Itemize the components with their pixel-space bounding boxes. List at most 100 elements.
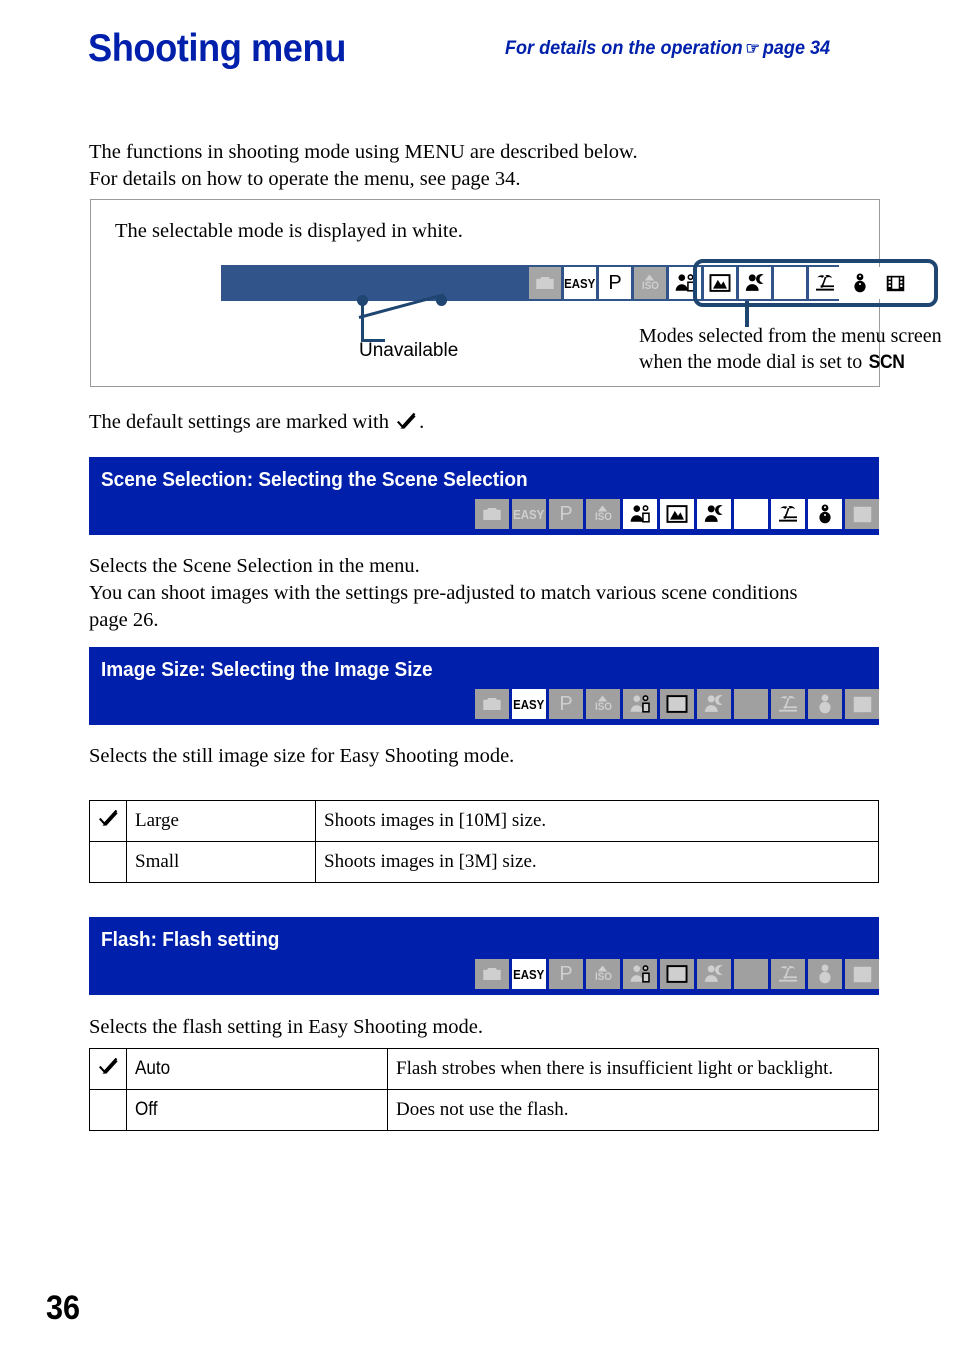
- image-size-options-table: Large Shoots images in [10M] size. Small Sh…: [89, 800, 879, 883]
- pointing-hand-icon: ☞: [745, 39, 761, 58]
- mode-tile-landscape: [660, 689, 694, 719]
- mode-tile-landscape: [704, 267, 736, 299]
- section-header-flash: Flash: Flash setting EASY P ISO: [89, 917, 879, 995]
- mode-tile-program-p: P: [549, 959, 583, 989]
- header-note-suffix: page 34: [762, 38, 831, 59]
- mode-tile-twilight-portrait: [697, 959, 731, 989]
- mode-tile-easy: EASY: [512, 499, 546, 529]
- mode-tile-beach: [771, 499, 805, 529]
- default-marker-cell: [89, 800, 127, 842]
- option-name: Off: [135, 1099, 158, 1120]
- mode-tile-camera: [529, 267, 561, 299]
- body-line: Selects the Scene Selection in the menu.: [89, 555, 420, 577]
- scn-dial-label: SCN: [868, 352, 905, 373]
- default-marker-cell: [89, 841, 127, 883]
- legend-mode-strip: EASY P ISO: [221, 259, 938, 307]
- mode-tile-beach: [771, 959, 805, 989]
- table-row: Small Shoots images in [3M] size.: [89, 841, 879, 883]
- mode-tile-twilight-portrait: [697, 689, 731, 719]
- section-body-image-size: Selects the still image size for Easy Sh…: [89, 745, 515, 767]
- intro-paragraph: The functions in shooting mode using MEN…: [89, 139, 849, 193]
- default-settings-period: .: [419, 411, 425, 433]
- mode-tile-snow: [808, 689, 842, 719]
- mode-tile-soft-snap: [623, 499, 657, 529]
- mode-tile-twilight: [734, 689, 768, 719]
- mode-tile-program-p: P: [549, 499, 583, 529]
- mode-tile-iso: ISO: [586, 959, 620, 989]
- option-description-cell: Shoots images in [3M] size.: [315, 841, 879, 883]
- mode-tile-camera: [475, 689, 509, 719]
- option-description-cell: Flash strobes when there is insufficient…: [387, 1048, 879, 1090]
- check-mark-icon: [98, 1057, 119, 1081]
- legend-box: The selectable mode is displayed in whit…: [90, 199, 942, 387]
- mode-tile-easy: EASY: [512, 689, 546, 719]
- page-header: Shooting menu For details on the operati…: [0, 0, 954, 100]
- mode-tile-landscape: [660, 499, 694, 529]
- table-row: Auto Flash strobes when there is insuffic…: [89, 1048, 879, 1090]
- mode-tile-movie: [845, 689, 879, 719]
- mode-tile-twilight: [734, 499, 768, 529]
- page-number: 36: [46, 1289, 81, 1327]
- body-line: page 26.: [89, 609, 159, 631]
- mode-tile-snow: [808, 499, 842, 529]
- mode-tile-snow: [844, 267, 876, 299]
- mode-tile-movie: [845, 959, 879, 989]
- page-title: Shooting menu: [88, 27, 346, 70]
- mode-tile-twilight-portrait: [739, 267, 771, 299]
- section-title-scene-selection: Scene Selection: Selecting the Scene Sel…: [101, 469, 528, 491]
- mode-tile-landscape: [660, 959, 694, 989]
- mode-tile-easy: EASY: [512, 959, 546, 989]
- mode-tile-beach: [771, 689, 805, 719]
- mode-tile-program-p: P: [599, 267, 631, 299]
- option-description-cell: Does not use the flash.: [387, 1089, 879, 1131]
- leader-line-camera-vertical: [361, 300, 364, 342]
- check-mark-icon: [396, 412, 417, 437]
- table-row: Off Does not use the flash.: [89, 1089, 879, 1131]
- mode-tile-twilight: [734, 959, 768, 989]
- intro-line-2: For details on how to operate the menu, …: [89, 168, 521, 190]
- option-name-cell: Auto: [126, 1048, 388, 1090]
- option-name: Auto: [135, 1058, 171, 1079]
- mode-tile-twilight: [774, 267, 806, 299]
- section-title-flash: Flash: Flash setting: [101, 929, 280, 951]
- mode-tile-camera: [475, 959, 509, 989]
- default-marker-cell: [89, 1089, 127, 1131]
- mode-tile-movie: [845, 499, 879, 529]
- section-body-scene-selection: Selects the Scene Selection in the menu.…: [89, 553, 869, 634]
- legend-caption: The selectable mode is displayed in whit…: [115, 220, 463, 242]
- intro-line-1: The functions in shooting mode using MEN…: [89, 141, 638, 163]
- mode-tile-easy: EASY: [564, 267, 596, 299]
- mode-tile-movie: [879, 267, 911, 299]
- mode-tile-soft-snap: [669, 267, 701, 299]
- section-body-flash: Selects the flash setting in Easy Shooti…: [89, 1016, 484, 1038]
- mode-tile-soft-snap: [623, 689, 657, 719]
- mode-tile-soft-snap: [623, 959, 657, 989]
- option-description-cell: Shoots images in [10M] size.: [315, 800, 879, 842]
- flash-options-table: Auto Flash strobes when there is insuffic…: [89, 1048, 879, 1131]
- section-header-image-size: Image Size: Selecting the Image Size EAS…: [89, 647, 879, 725]
- legend-scn-note-line-2: when the mode dial is set to SCN: [639, 349, 942, 376]
- mode-tile-snow: [808, 959, 842, 989]
- mode-tile-beach: [809, 267, 841, 299]
- check-mark-icon: [98, 809, 119, 833]
- option-name-cell: Large: [126, 800, 316, 842]
- default-settings-note: The default settings are marked with .: [89, 411, 424, 437]
- legend-scn-note: Modes selected from the menu screen when…: [639, 323, 942, 376]
- section-header-scene-selection: Scene Selection: Selecting the Scene Sel…: [89, 457, 879, 535]
- option-name-cell: Small: [126, 841, 316, 883]
- legend-scn-note-line-1: Modes selected from the menu screen: [639, 325, 942, 347]
- section-mode-icons-image-size: EASY P ISO: [475, 689, 879, 719]
- mode-tile-camera: [475, 499, 509, 529]
- legend-scn-note-prefix: when the mode dial is set to: [639, 351, 863, 373]
- table-row: Large Shoots images in [10M] size.: [89, 800, 879, 842]
- mode-tile-iso: ISO: [586, 689, 620, 719]
- header-note-prefix: For details on the operation: [505, 38, 743, 59]
- section-mode-icons-flash: EASY P ISO: [475, 959, 879, 989]
- option-name-cell: Off: [126, 1089, 388, 1131]
- section-mode-icons-scene-selection: EASY P ISO: [475, 499, 879, 529]
- mode-tile-program-p: P: [549, 689, 583, 719]
- legend-mode-icons: EASY P ISO: [529, 267, 911, 299]
- section-title-image-size: Image Size: Selecting the Image Size: [101, 659, 433, 681]
- default-settings-text: The default settings are marked with: [89, 411, 389, 433]
- body-line: You can shoot images with the settings p…: [89, 582, 798, 604]
